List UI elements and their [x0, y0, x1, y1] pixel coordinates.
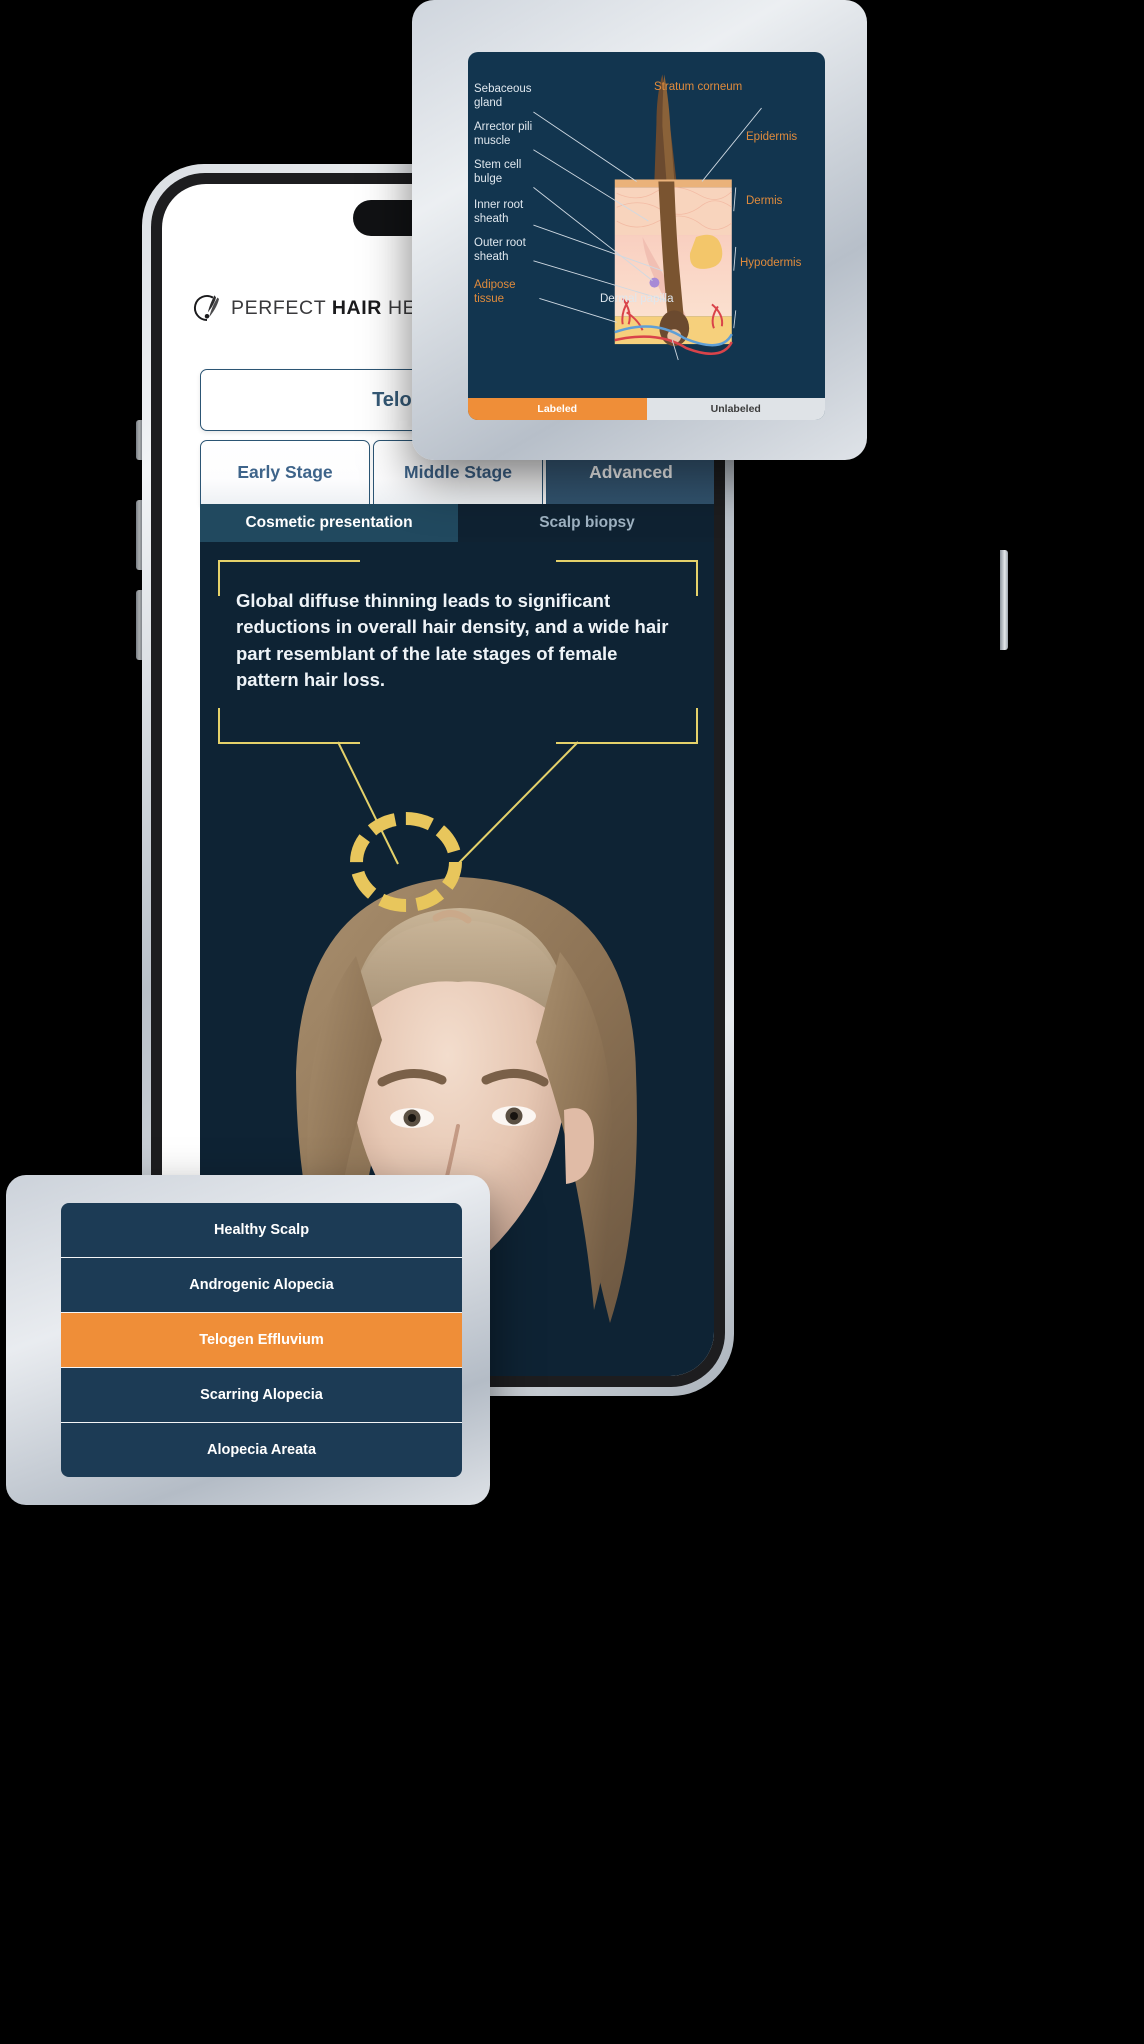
condition-item-telogen-effluvium[interactable]: Telogen Effluvium [61, 1313, 462, 1368]
toggle-labeled[interactable]: Labeled [468, 398, 647, 420]
callout-bracket-bottom-right [556, 708, 698, 744]
diagram-label-stratum-corneum: Stratum corneum [654, 81, 743, 93]
condition-item-healthy-scalp[interactable]: Healthy Scalp [61, 1203, 462, 1258]
diagram-label-adipose-tissue: Adipose tissue [474, 279, 516, 306]
diagram-label-stem-cell-bulge: Stem cell bulge [474, 159, 522, 186]
toggle-unlabeled[interactable]: Unlabeled [646, 398, 825, 420]
condition-list: Healthy Scalp Androgenic Alopecia Teloge… [61, 1203, 462, 1477]
follicle-diagram-card: Sebaceous gland Arrector pili muscle Ste… [412, 0, 867, 460]
brand-name-part1: PERFECT [231, 296, 332, 319]
diagram-label-outer-root-sheath: Outer root sheath [474, 237, 526, 264]
tab-scalp-biopsy[interactable]: Scalp biopsy [458, 504, 714, 542]
sub-tab-bar: Cosmetic presentation Scalp biopsy [200, 504, 714, 542]
brand-name-bold: HAIR [331, 296, 382, 319]
diagram-label-dermis: Dermis [746, 195, 783, 207]
diagram-label-toggle-group: Labeled Unlabeled [468, 398, 825, 420]
tab-cosmetic-presentation[interactable]: Cosmetic presentation [200, 504, 458, 542]
condition-item-androgenic-alopecia[interactable]: Androgenic Alopecia [61, 1258, 462, 1313]
crown-thinning-highlight-ring [350, 812, 462, 912]
phone-power-button[interactable] [1000, 550, 1008, 650]
diagram-label-hypodermis: Hypodermis [740, 257, 802, 269]
condition-item-scarring-alopecia[interactable]: Scarring Alopecia [61, 1368, 462, 1423]
condition-item-alopecia-areata[interactable]: Alopecia Areata [61, 1423, 462, 1477]
diagram-label-sebaceous-gland: Sebaceous gland [474, 83, 532, 110]
tab-early-stage[interactable]: Early Stage [200, 440, 370, 505]
condition-list-card: Healthy Scalp Androgenic Alopecia Teloge… [6, 1175, 490, 1505]
condition-description: Global diffuse thinning leads to signifi… [236, 590, 669, 690]
follicle-diagram-panel: Sebaceous gland Arrector pili muscle Ste… [468, 52, 825, 420]
diagram-label-dermal-papilla: Dermal papilla [600, 293, 674, 305]
diagram-label-inner-root-sheath: Inner root sheath [474, 199, 524, 226]
hair-follicle-logo-icon [193, 295, 219, 321]
diagram-label-arrector-pili: Arrector pili muscle [474, 121, 533, 148]
diagram-label-epidermis: Epidermis [746, 131, 798, 143]
callout-bracket-bottom-left [218, 708, 360, 744]
